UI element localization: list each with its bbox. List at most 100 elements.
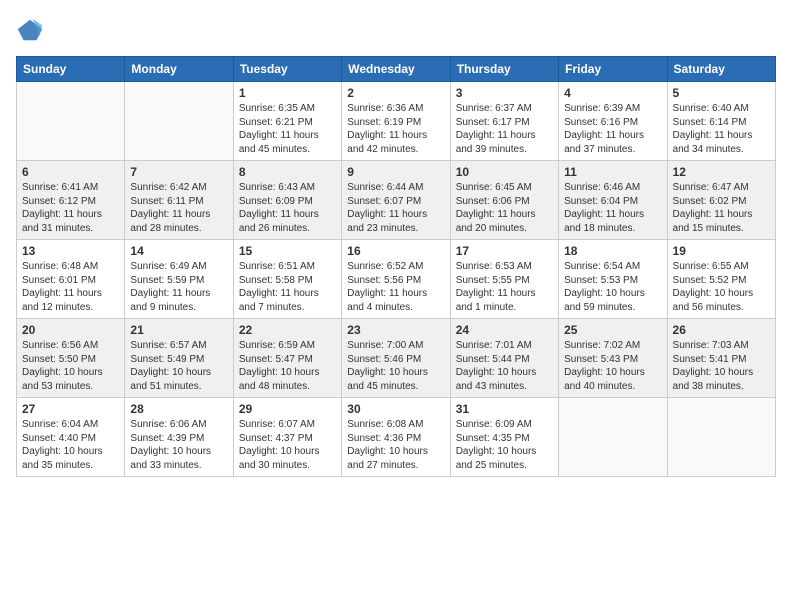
calendar-day-cell: 26 Sunrise: 7:03 AM Sunset: 5:41 PM Dayli… xyxy=(667,319,775,398)
day-number: 2 xyxy=(347,86,444,100)
day-number: 11 xyxy=(564,165,661,179)
calendar-day-cell: 10 Sunrise: 6:45 AM Sunset: 6:06 PM Dayli… xyxy=(450,161,558,240)
day-number: 19 xyxy=(673,244,770,258)
day-number: 15 xyxy=(239,244,336,258)
calendar-day-cell: 2 Sunrise: 6:36 AM Sunset: 6:19 PM Daylig… xyxy=(342,82,450,161)
calendar-day-cell: 31 Sunrise: 6:09 AM Sunset: 4:35 PM Dayli… xyxy=(450,398,558,477)
day-number: 7 xyxy=(130,165,227,179)
day-info: Sunrise: 6:09 AM Sunset: 4:35 PM Dayligh… xyxy=(456,418,553,472)
day-number: 31 xyxy=(456,402,553,416)
day-info: Sunrise: 6:56 AM Sunset: 5:50 PM Dayligh… xyxy=(22,339,119,393)
calendar-col-header: Thursday xyxy=(450,57,558,82)
day-info: Sunrise: 6:42 AM Sunset: 6:11 PM Dayligh… xyxy=(130,181,227,235)
day-number: 8 xyxy=(239,165,336,179)
day-info: Sunrise: 6:59 AM Sunset: 5:47 PM Dayligh… xyxy=(239,339,336,393)
calendar-day-cell: 12Sunrise: 6:47 AM Sunset: 6:02 PM Dayli… xyxy=(667,161,775,240)
day-number: 27 xyxy=(22,402,119,416)
day-info: Sunrise: 6:39 AM Sunset: 6:16 PM Dayligh… xyxy=(564,102,661,156)
day-info: Sunrise: 7:03 AM Sunset: 5:41 PM Dayligh… xyxy=(673,339,770,393)
calendar-day-cell: 18Sunrise: 6:54 AM Sunset: 5:53 PM Dayli… xyxy=(559,240,667,319)
day-info: Sunrise: 6:40 AM Sunset: 6:14 PM Dayligh… xyxy=(673,102,770,156)
calendar-table: SundayMondayTuesdayWednesdayThursdayFrid… xyxy=(16,56,776,477)
calendar-col-header: Monday xyxy=(125,57,233,82)
calendar-col-header: Friday xyxy=(559,57,667,82)
day-number: 29 xyxy=(239,402,336,416)
calendar-day-cell: 27 Sunrise: 6:04 AM Sunset: 4:40 PM Dayli… xyxy=(17,398,125,477)
calendar-week-row: 6 Sunrise: 6:41 AM Sunset: 6:12 PM Daylig… xyxy=(17,161,776,240)
calendar-col-header: Sunday xyxy=(17,57,125,82)
calendar-week-row: 20 Sunrise: 6:56 AM Sunset: 5:50 PM Dayli… xyxy=(17,319,776,398)
day-number: 30 xyxy=(347,402,444,416)
day-number: 16 xyxy=(347,244,444,258)
calendar-day-cell: 14 Sunrise: 6:49 AM Sunset: 5:59 PM Dayli… xyxy=(125,240,233,319)
day-number: 26 xyxy=(673,323,770,337)
day-number: 10 xyxy=(456,165,553,179)
calendar-col-header: Tuesday xyxy=(233,57,341,82)
day-info: Sunrise: 7:01 AM Sunset: 5:44 PM Dayligh… xyxy=(456,339,553,393)
day-number: 14 xyxy=(130,244,227,258)
calendar-col-header: Wednesday xyxy=(342,57,450,82)
day-info: Sunrise: 6:47 AM Sunset: 6:02 PM Dayligh… xyxy=(673,181,770,235)
calendar-day-cell xyxy=(667,398,775,477)
day-info: Sunrise: 7:02 AM Sunset: 5:43 PM Dayligh… xyxy=(564,339,661,393)
calendar-day-cell: 24Sunrise: 7:01 AM Sunset: 5:44 PM Dayli… xyxy=(450,319,558,398)
calendar-day-cell: 30Sunrise: 6:08 AM Sunset: 4:36 PM Dayli… xyxy=(342,398,450,477)
calendar-day-cell: 7 Sunrise: 6:42 AM Sunset: 6:11 PM Daylig… xyxy=(125,161,233,240)
calendar-week-row: 1 Sunrise: 6:35 AM Sunset: 6:21 PM Daylig… xyxy=(17,82,776,161)
calendar-day-cell xyxy=(125,82,233,161)
day-info: Sunrise: 6:51 AM Sunset: 5:58 PM Dayligh… xyxy=(239,260,336,314)
day-info: Sunrise: 6:41 AM Sunset: 6:12 PM Dayligh… xyxy=(22,181,119,235)
day-info: Sunrise: 6:54 AM Sunset: 5:53 PM Dayligh… xyxy=(564,260,661,314)
day-info: Sunrise: 6:04 AM Sunset: 4:40 PM Dayligh… xyxy=(22,418,119,472)
day-info: Sunrise: 7:00 AM Sunset: 5:46 PM Dayligh… xyxy=(347,339,444,393)
calendar-day-cell: 28 Sunrise: 6:06 AM Sunset: 4:39 PM Dayli… xyxy=(125,398,233,477)
calendar-day-cell: 1 Sunrise: 6:35 AM Sunset: 6:21 PM Daylig… xyxy=(233,82,341,161)
day-info: Sunrise: 6:52 AM Sunset: 5:56 PM Dayligh… xyxy=(347,260,444,314)
day-number: 13 xyxy=(22,244,119,258)
calendar-week-row: 13Sunrise: 6:48 AM Sunset: 6:01 PM Dayli… xyxy=(17,240,776,319)
day-info: Sunrise: 6:53 AM Sunset: 5:55 PM Dayligh… xyxy=(456,260,553,314)
day-info: Sunrise: 6:43 AM Sunset: 6:09 PM Dayligh… xyxy=(239,181,336,235)
calendar-header-row: SundayMondayTuesdayWednesdayThursdayFrid… xyxy=(17,57,776,82)
day-number: 9 xyxy=(347,165,444,179)
calendar-day-cell: 9 Sunrise: 6:44 AM Sunset: 6:07 PM Daylig… xyxy=(342,161,450,240)
page-header xyxy=(16,16,776,44)
calendar-day-cell: 29 Sunrise: 6:07 AM Sunset: 4:37 PM Dayli… xyxy=(233,398,341,477)
calendar-day-cell: 19Sunrise: 6:55 AM Sunset: 5:52 PM Dayli… xyxy=(667,240,775,319)
day-number: 5 xyxy=(673,86,770,100)
day-number: 4 xyxy=(564,86,661,100)
calendar-day-cell: 23 Sunrise: 7:00 AM Sunset: 5:46 PM Dayli… xyxy=(342,319,450,398)
day-number: 20 xyxy=(22,323,119,337)
calendar-day-cell: 4 Sunrise: 6:39 AM Sunset: 6:16 PM Daylig… xyxy=(559,82,667,161)
logo-icon xyxy=(16,16,44,44)
calendar-day-cell xyxy=(559,398,667,477)
calendar-day-cell: 8 Sunrise: 6:43 AM Sunset: 6:09 PM Daylig… xyxy=(233,161,341,240)
day-info: Sunrise: 6:49 AM Sunset: 5:59 PM Dayligh… xyxy=(130,260,227,314)
calendar-day-cell: 6 Sunrise: 6:41 AM Sunset: 6:12 PM Daylig… xyxy=(17,161,125,240)
day-number: 28 xyxy=(130,402,227,416)
day-info: Sunrise: 6:36 AM Sunset: 6:19 PM Dayligh… xyxy=(347,102,444,156)
calendar-body: 1 Sunrise: 6:35 AM Sunset: 6:21 PM Daylig… xyxy=(17,82,776,477)
day-number: 6 xyxy=(22,165,119,179)
day-number: 23 xyxy=(347,323,444,337)
day-number: 25 xyxy=(564,323,661,337)
day-number: 1 xyxy=(239,86,336,100)
calendar-day-cell xyxy=(17,82,125,161)
day-info: Sunrise: 6:06 AM Sunset: 4:39 PM Dayligh… xyxy=(130,418,227,472)
calendar-day-cell: 11Sunrise: 6:46 AM Sunset: 6:04 PM Dayli… xyxy=(559,161,667,240)
logo xyxy=(16,16,48,44)
calendar-day-cell: 13Sunrise: 6:48 AM Sunset: 6:01 PM Dayli… xyxy=(17,240,125,319)
calendar-day-cell: 21Sunrise: 6:57 AM Sunset: 5:49 PM Dayli… xyxy=(125,319,233,398)
day-info: Sunrise: 6:07 AM Sunset: 4:37 PM Dayligh… xyxy=(239,418,336,472)
calendar-day-cell: 5 Sunrise: 6:40 AM Sunset: 6:14 PM Daylig… xyxy=(667,82,775,161)
day-info: Sunrise: 6:45 AM Sunset: 6:06 PM Dayligh… xyxy=(456,181,553,235)
day-number: 22 xyxy=(239,323,336,337)
day-info: Sunrise: 6:57 AM Sunset: 5:49 PM Dayligh… xyxy=(130,339,227,393)
day-info: Sunrise: 6:44 AM Sunset: 6:07 PM Dayligh… xyxy=(347,181,444,235)
day-info: Sunrise: 6:35 AM Sunset: 6:21 PM Dayligh… xyxy=(239,102,336,156)
day-number: 17 xyxy=(456,244,553,258)
calendar-col-header: Saturday xyxy=(667,57,775,82)
calendar-day-cell: 17 Sunrise: 6:53 AM Sunset: 5:55 PM Dayli… xyxy=(450,240,558,319)
day-info: Sunrise: 6:37 AM Sunset: 6:17 PM Dayligh… xyxy=(456,102,553,156)
calendar-day-cell: 22 Sunrise: 6:59 AM Sunset: 5:47 PM Dayli… xyxy=(233,319,341,398)
